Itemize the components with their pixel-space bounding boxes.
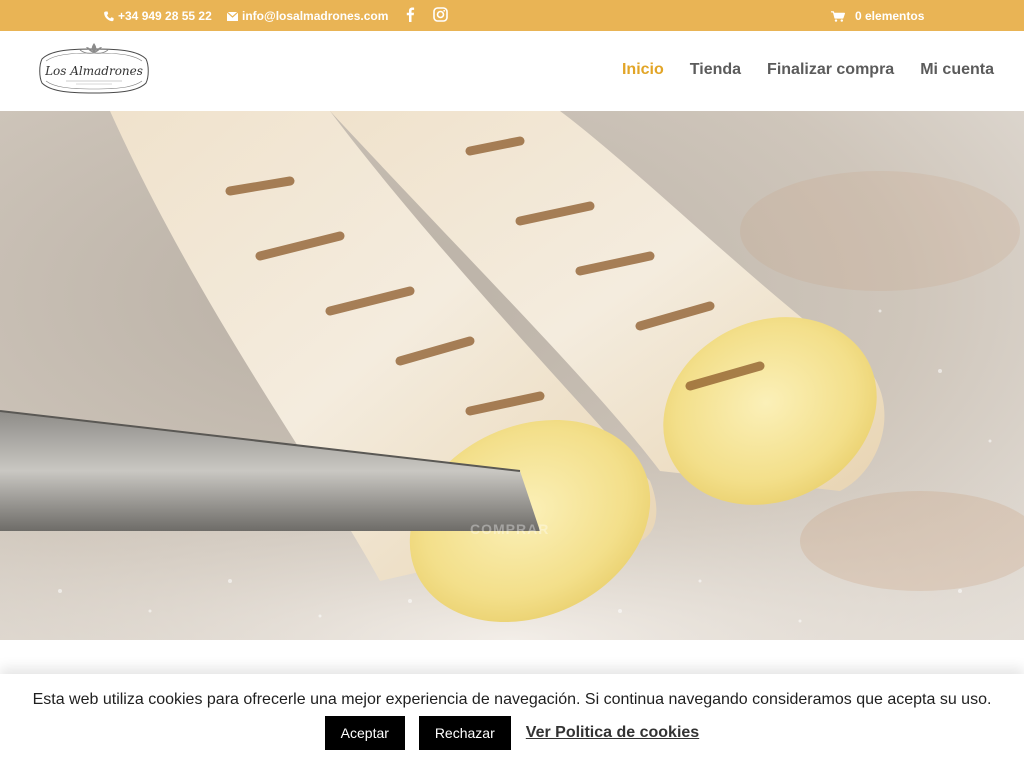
cookie-actions: Aceptar Rechazar Ver Politica de cookies (0, 716, 1024, 750)
content-area (0, 640, 1024, 674)
hero-image (0, 111, 1024, 640)
hero-banner: COMPRAR (0, 111, 1024, 640)
cookie-message: Esta web utiliza cookies para ofrecerle … (32, 691, 992, 708)
cart-icon (831, 10, 845, 22)
email-link[interactable]: info@losalmadrones.com (227, 9, 388, 23)
hero-button-ghost[interactable]: COMPRAR (470, 521, 549, 537)
reject-cookies-button[interactable]: Rechazar (418, 716, 511, 750)
envelope-icon (227, 11, 238, 21)
instagram-icon (433, 7, 448, 22)
phone-link[interactable]: +34 949 28 55 22 (104, 9, 212, 23)
site-logo[interactable]: Los Almadrones (36, 41, 152, 101)
site-header: Los Almadrones Inicio Tienda Finalizar c… (0, 31, 1024, 111)
nav-item-mi-cuenta[interactable]: Mi cuenta (920, 61, 994, 79)
cookie-banner: Esta web utiliza cookies para ofrecerle … (0, 674, 1024, 768)
cart-link[interactable]: 0 elementos (831, 9, 924, 23)
top-bar: +34 949 28 55 22 info@losalmadrones.com … (0, 0, 1024, 31)
main-nav: Inicio Tienda Finalizar compra Mi cuenta (622, 61, 994, 79)
phone-text: +34 949 28 55 22 (118, 9, 212, 23)
phone-icon (104, 11, 114, 21)
cart-text: 0 elementos (855, 9, 925, 23)
facebook-icon (406, 7, 415, 22)
nav-item-tienda[interactable]: Tienda (690, 61, 741, 79)
facebook-link[interactable] (405, 7, 415, 22)
cookie-policy-link[interactable]: Ver Politica de cookies (526, 724, 699, 742)
logo-text: Los Almadrones (44, 64, 143, 78)
instagram-link[interactable] (433, 7, 448, 22)
logo-emblem: Los Almadrones (39, 43, 149, 94)
nav-item-inicio[interactable]: Inicio (622, 61, 664, 79)
nav-item-finalizar-compra[interactable]: Finalizar compra (767, 61, 894, 79)
accept-cookies-button[interactable]: Aceptar (324, 716, 405, 750)
email-text: info@losalmadrones.com (242, 9, 389, 23)
